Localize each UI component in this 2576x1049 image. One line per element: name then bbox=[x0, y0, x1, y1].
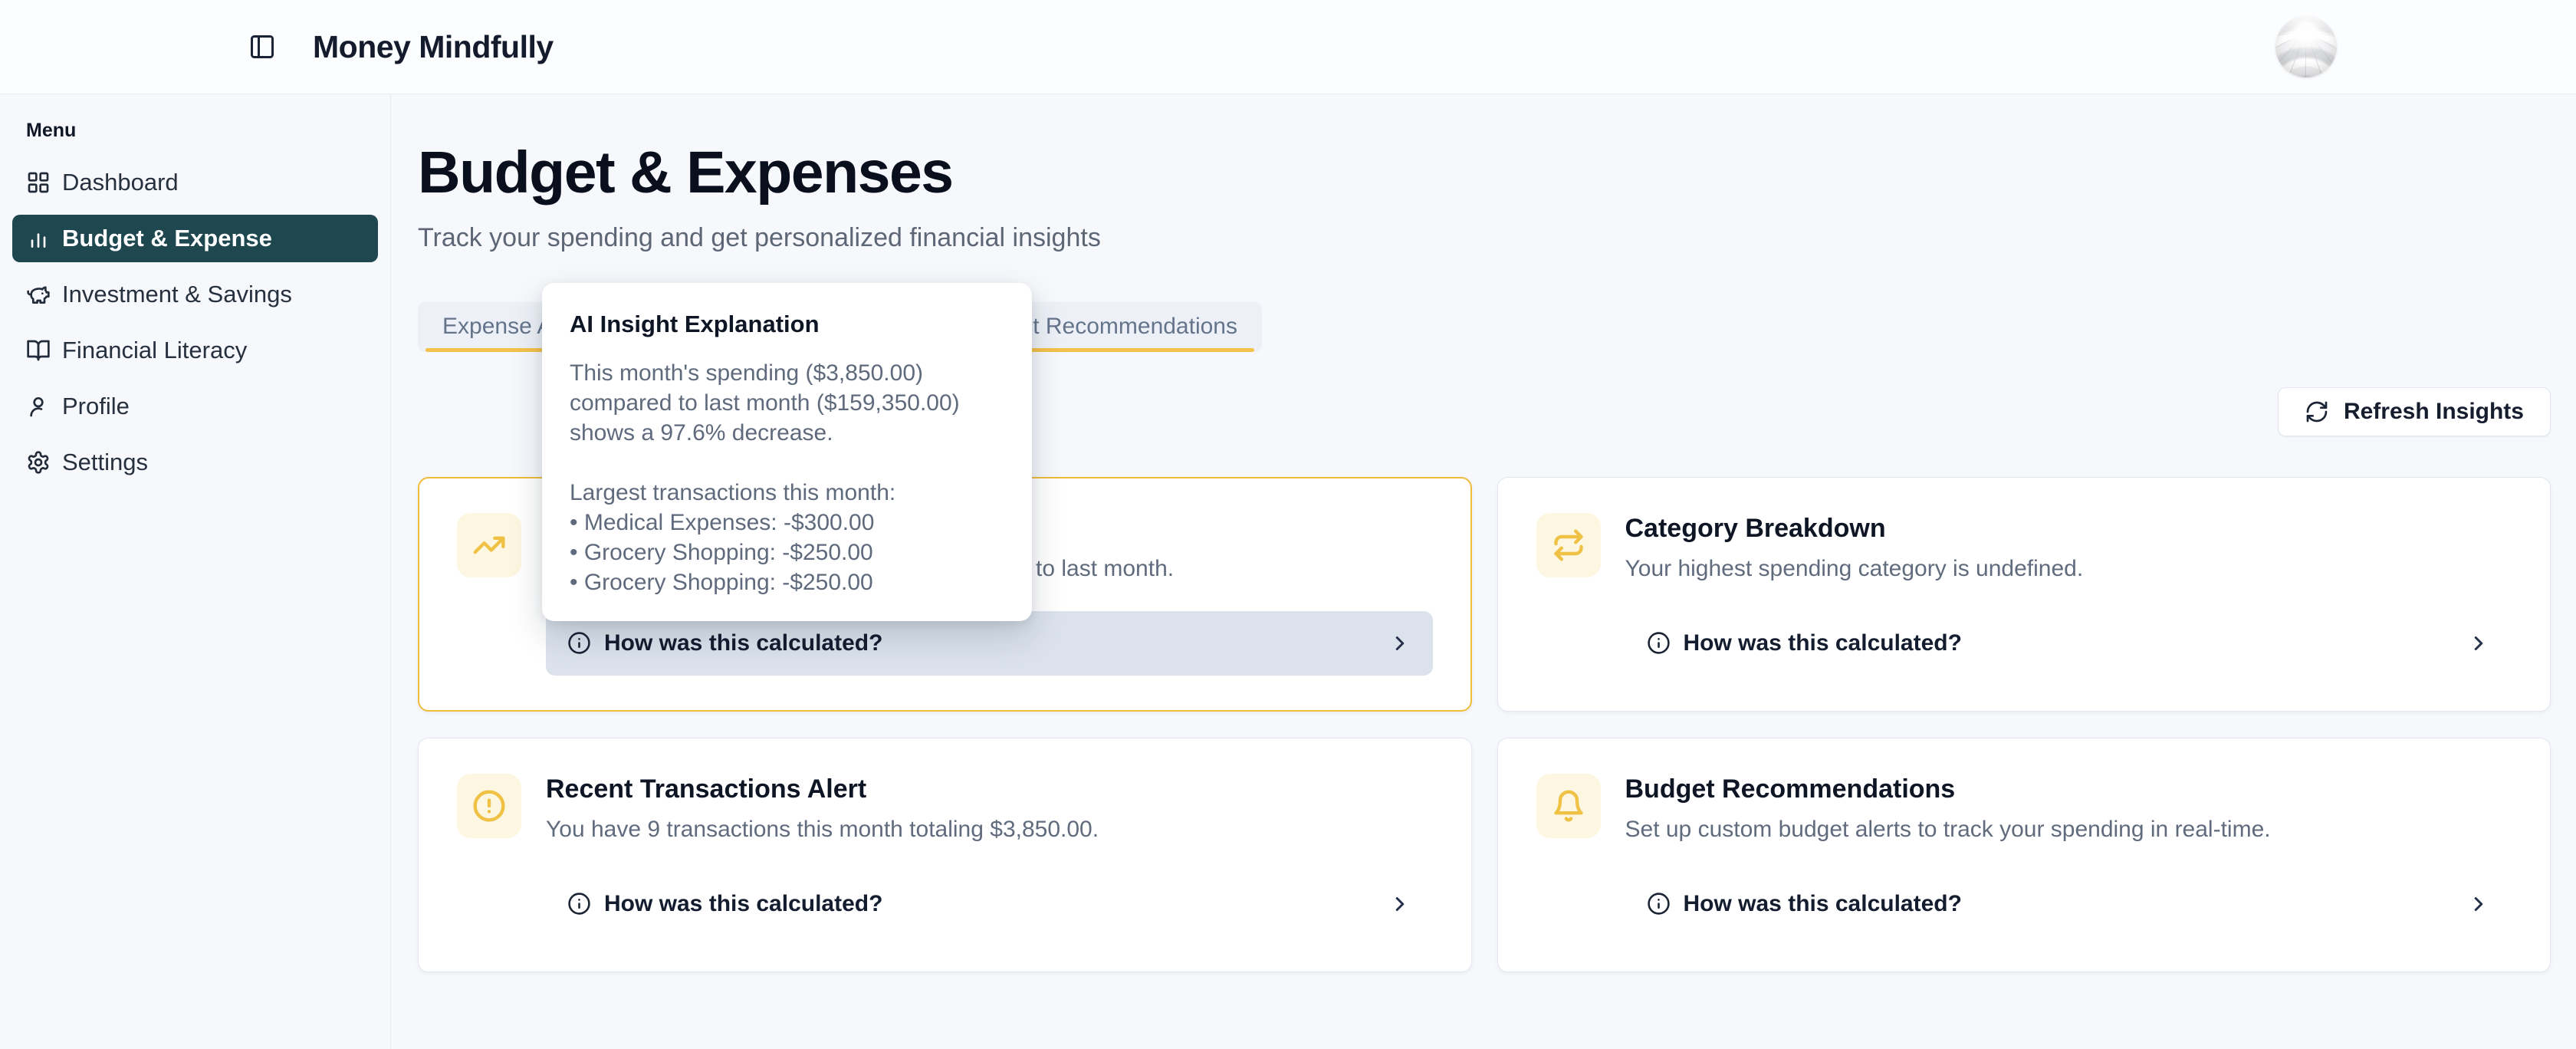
info-icon bbox=[567, 631, 591, 655]
popover-paragraph: This month's spending ($3,850.00) compar… bbox=[570, 358, 1004, 448]
popover-body: This month's spending ($3,850.00) compar… bbox=[570, 358, 1004, 597]
chevron-right-icon bbox=[1388, 893, 1411, 916]
popover-bullet: • Grocery Shopping: -$250.00 bbox=[570, 538, 1004, 567]
sidebar-section-label: Menu bbox=[26, 120, 378, 142]
popover-bullet: • Grocery Shopping: -$250.00 bbox=[570, 567, 1004, 597]
chevron-right-icon bbox=[2467, 632, 2490, 655]
sidebar-item-label: Investment & Savings bbox=[62, 281, 292, 308]
refresh-insights-button[interactable]: Refresh Insights bbox=[2278, 387, 2551, 436]
info-icon bbox=[1647, 631, 1671, 655]
card-subtitle: Your highest spending category is undefi… bbox=[1625, 554, 2512, 584]
sidebar-item-financial-literacy[interactable]: Financial Literacy bbox=[12, 327, 378, 374]
sidebar-item-label: Budget & Expense bbox=[62, 225, 272, 252]
page-subtitle: Track your spending and get personalized… bbox=[418, 223, 2551, 253]
sidebar-item-investment-savings[interactable]: Investment & Savings bbox=[12, 271, 378, 318]
card-title: Category Breakdown bbox=[1625, 513, 2512, 544]
app-title: Money Mindfully bbox=[313, 29, 554, 65]
popover-list-header: Largest transactions this month: bbox=[570, 478, 1004, 508]
page-title: Budget & Expenses bbox=[418, 142, 2551, 205]
chevron-right-icon bbox=[1388, 632, 1411, 655]
card-title: Budget Recommendations bbox=[1625, 774, 2512, 804]
refresh-insights-label: Refresh Insights bbox=[2344, 399, 2524, 425]
bell-icon bbox=[1536, 774, 1601, 838]
sidebar-item-label: Dashboard bbox=[62, 169, 179, 196]
alert-circle-icon bbox=[457, 774, 521, 838]
popover-title: AI Insight Explanation bbox=[570, 311, 1004, 338]
card-subtitle-fragment: to last month. bbox=[1036, 556, 1174, 581]
panel-left-icon bbox=[248, 33, 276, 61]
how-calculated-row[interactable]: How was this calculated? bbox=[546, 872, 1433, 936]
sidebar-toggle-button[interactable] bbox=[244, 28, 281, 65]
sidebar: Menu Dashboard bbox=[0, 94, 391, 1049]
how-calculated-label: How was this calculated? bbox=[1684, 630, 1962, 656]
card-subtitle: Set up custom budget alerts to track you… bbox=[1625, 815, 2512, 844]
popover-bullet: • Medical Expenses: -$300.00 bbox=[570, 508, 1004, 538]
app-window: Money Mindfully Menu Dashboard bbox=[0, 0, 2576, 1049]
how-calculated-label: How was this calculated? bbox=[1684, 891, 1962, 917]
user-icon bbox=[26, 394, 51, 419]
dashboard-grid-icon bbox=[26, 170, 51, 195]
sidebar-item-budget-expense[interactable]: Budget & Expense bbox=[12, 215, 378, 262]
repeat-icon bbox=[1536, 513, 1601, 577]
user-avatar[interactable] bbox=[2275, 16, 2337, 77]
trending-up-icon bbox=[457, 513, 521, 577]
card-title: Recent Transactions Alert bbox=[546, 774, 1433, 804]
card-subtitle: You have 9 transactions this month total… bbox=[546, 815, 1433, 844]
card-content: Budget Recommendations Set up custom bud… bbox=[1625, 774, 2512, 936]
card-recent-transactions-alert: Recent Transactions Alert You have 9 tra… bbox=[418, 738, 1472, 972]
card-budget-recommendations: Budget Recommendations Set up custom bud… bbox=[1497, 738, 2551, 972]
how-calculated-label: How was this calculated? bbox=[604, 630, 882, 656]
info-icon bbox=[1647, 892, 1671, 916]
ai-insight-popover: AI Insight Explanation This month's spen… bbox=[542, 283, 1032, 621]
sidebar-item-dashboard[interactable]: Dashboard bbox=[12, 159, 378, 206]
refresh-icon bbox=[2305, 400, 2329, 424]
how-calculated-label: How was this calculated? bbox=[604, 891, 882, 917]
sidebar-nav: Dashboard Budget & Expense bbox=[12, 159, 378, 486]
card-category-breakdown: Category Breakdown Your highest spending… bbox=[1497, 477, 2551, 712]
chevron-right-icon bbox=[2467, 893, 2490, 916]
gear-icon bbox=[26, 450, 51, 475]
sidebar-item-label: Profile bbox=[62, 393, 130, 420]
how-calculated-row[interactable]: How was this calculated? bbox=[1625, 872, 2512, 936]
sidebar-item-label: Settings bbox=[62, 449, 148, 476]
sidebar-item-label: Financial Literacy bbox=[62, 337, 247, 364]
book-open-icon bbox=[26, 338, 51, 363]
piggy-bank-icon bbox=[26, 282, 51, 307]
bar-chart-icon bbox=[26, 226, 51, 251]
app-shell: Menu Dashboard bbox=[0, 94, 2576, 1049]
info-icon bbox=[567, 892, 591, 916]
sidebar-item-settings[interactable]: Settings bbox=[12, 439, 378, 486]
sidebar-item-profile[interactable]: Profile bbox=[12, 383, 378, 430]
card-content: Recent Transactions Alert You have 9 tra… bbox=[546, 774, 1433, 936]
app-header: Money Mindfully bbox=[0, 0, 2576, 94]
card-content: Category Breakdown Your highest spending… bbox=[1625, 513, 2512, 676]
how-calculated-row[interactable]: How was this calculated? bbox=[1625, 611, 2512, 676]
